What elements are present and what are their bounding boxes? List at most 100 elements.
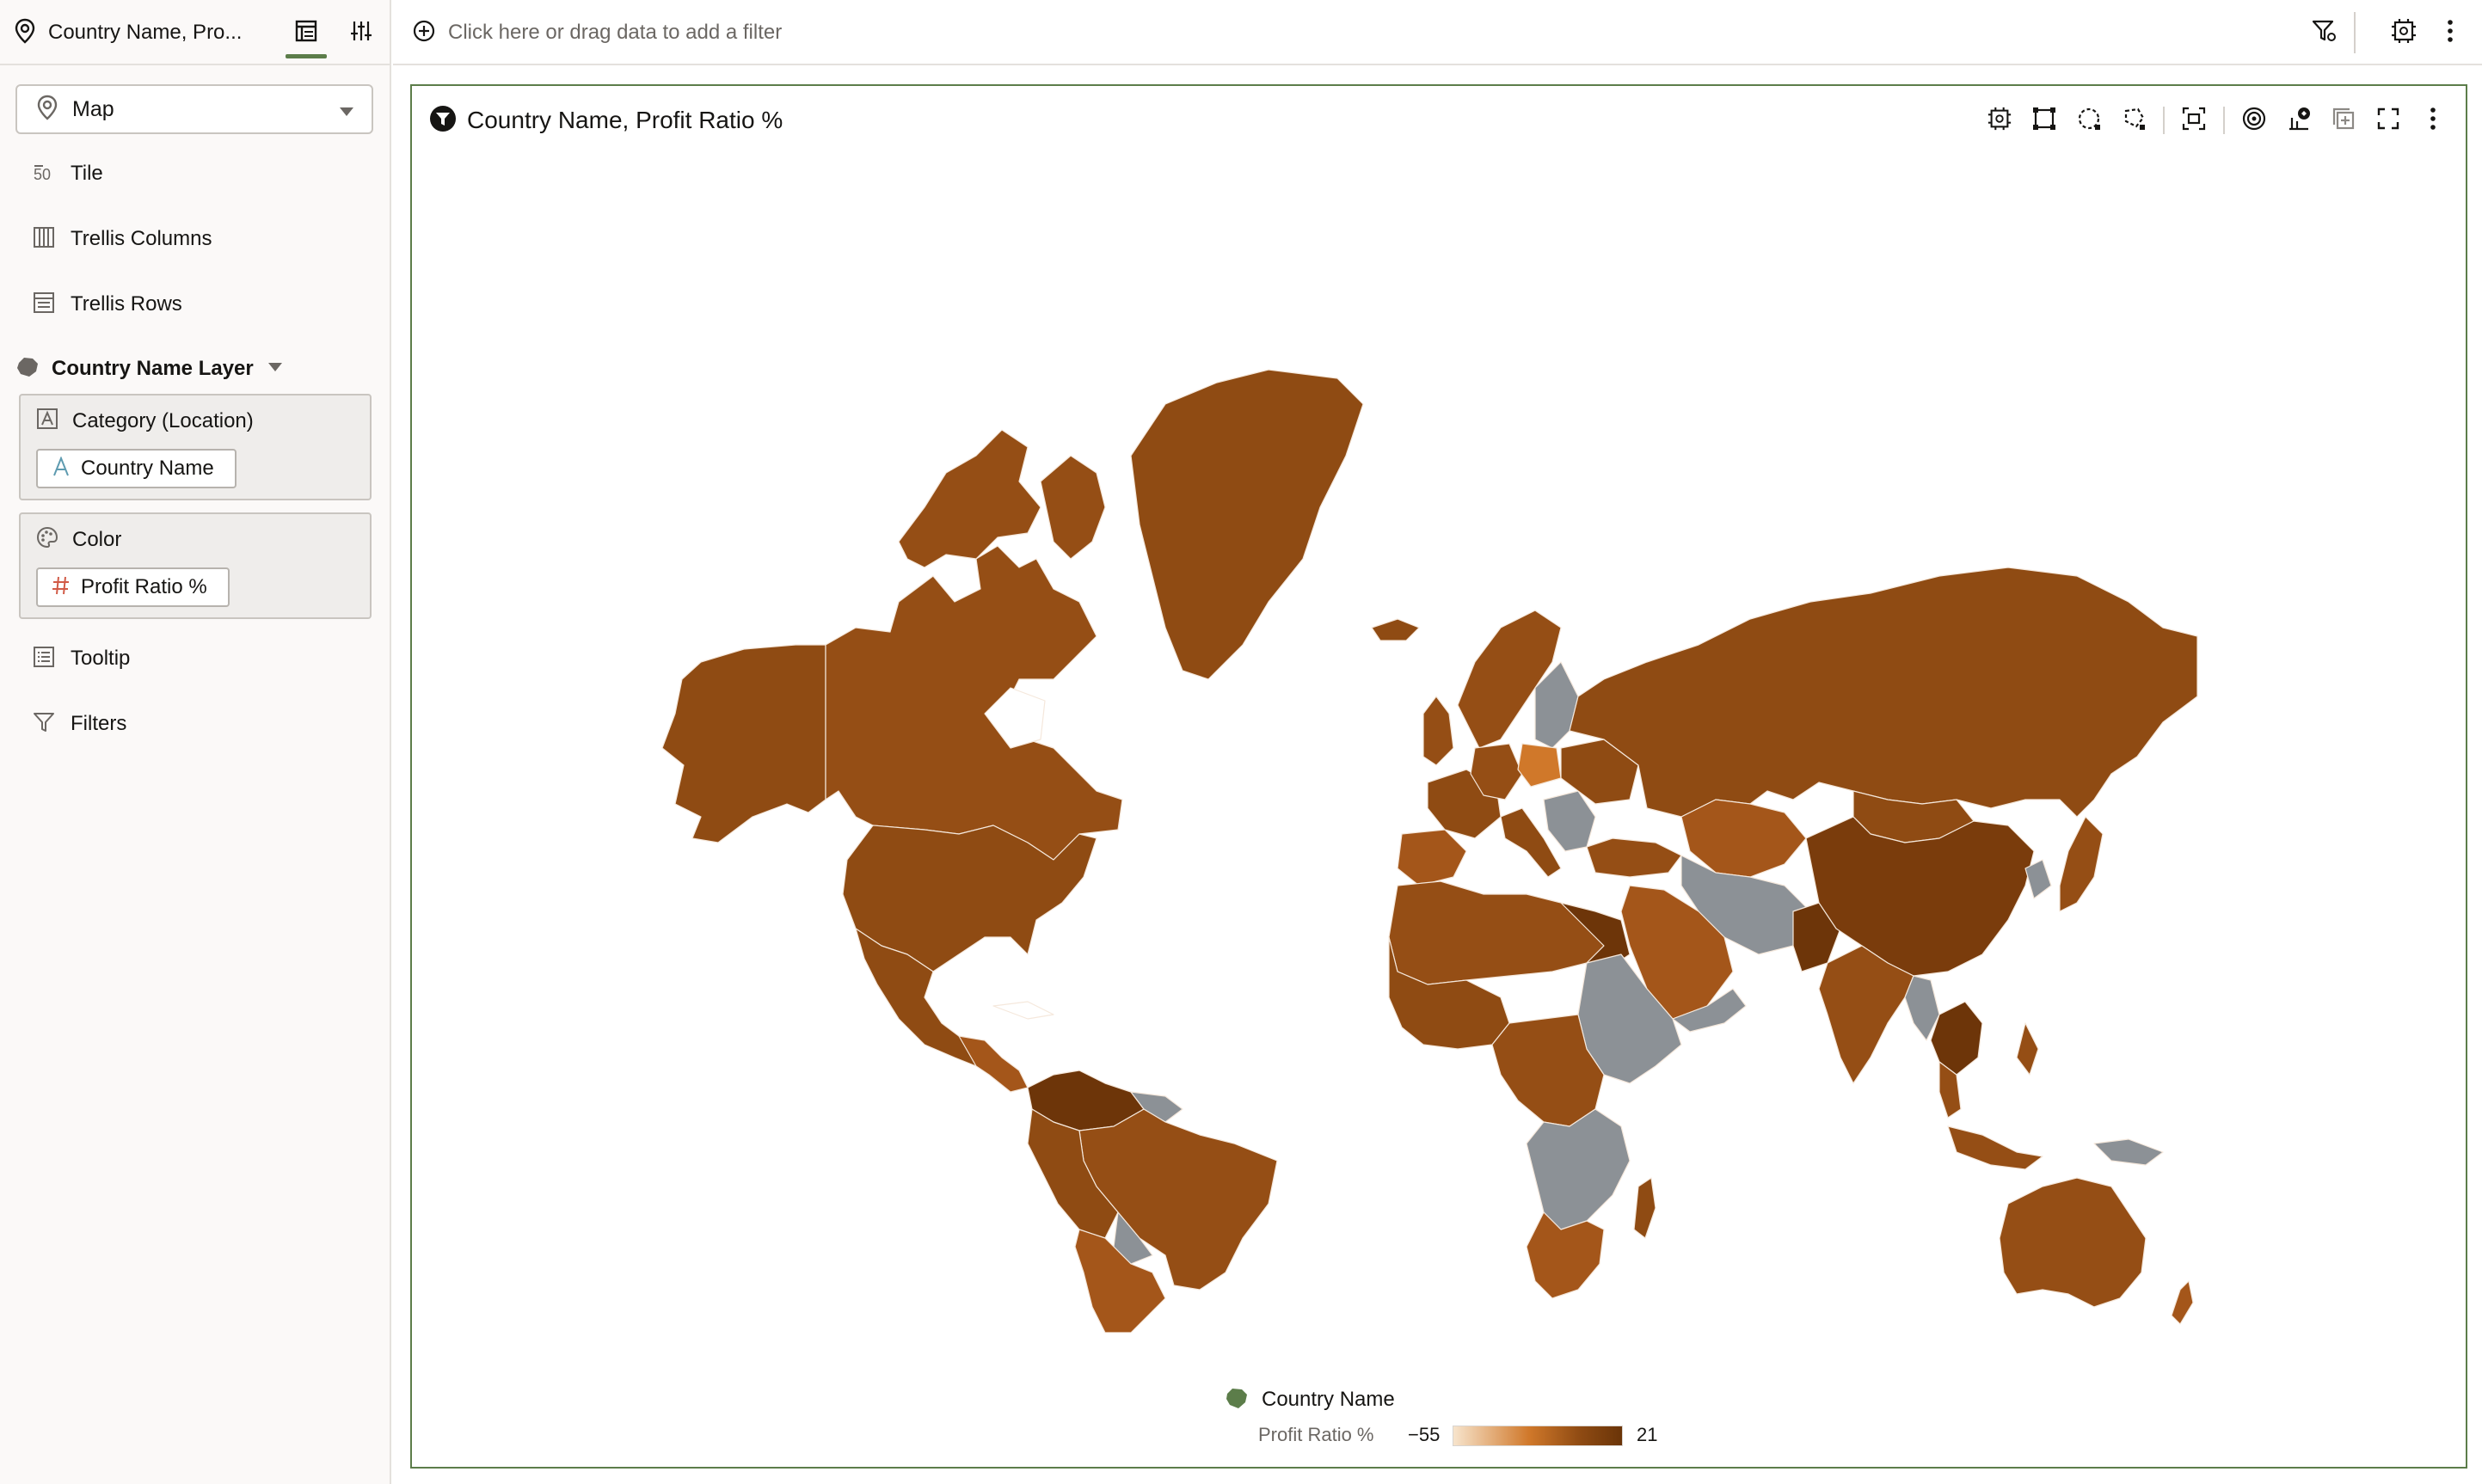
layer-header[interactable]: Country Name Layer [15, 351, 283, 387]
zoom-to-data-button[interactable] [2177, 103, 2211, 138]
category-location-label: Category (Location) [72, 408, 254, 432]
tile-drop-zone[interactable]: 50 Tile [33, 156, 103, 191]
layer-shape-icon [15, 356, 40, 383]
chevron-down-icon [339, 106, 354, 121]
toolbar-separator [2354, 12, 2356, 53]
color-header: Color [36, 526, 121, 553]
add-filter-area[interactable]: Click here or drag data to add a filter [412, 15, 782, 50]
region-madagascar [1633, 1177, 1656, 1239]
circle-select-icon [2076, 106, 2102, 136]
add-square-icon [2331, 106, 2356, 136]
zoom-to-fit-icon [2181, 106, 2207, 136]
grammar-icon [294, 19, 318, 47]
trellis-rows-label: Trellis Rows [71, 292, 182, 316]
color-drop-zone[interactable]: Color Profit Ratio % [19, 512, 372, 619]
map-pin-icon [36, 95, 58, 125]
viz-toolbar [1972, 103, 2450, 138]
viz-more-button[interactable] [2416, 103, 2450, 138]
rectangle-select-button[interactable] [2027, 103, 2061, 138]
legend-layer-label: Country Name [1262, 1388, 1395, 1411]
gear-square-icon [2390, 17, 2417, 49]
visualization-type-select[interactable]: Map [15, 84, 373, 134]
region-baffin [1040, 455, 1106, 560]
world-map[interactable] [649, 198, 2232, 1333]
region-alaska [661, 644, 826, 843]
trellis-columns-drop-zone[interactable]: Trellis Columns [33, 222, 212, 256]
more-vertical-icon [2430, 106, 2436, 136]
panel-header: Country Name, Pro... [0, 0, 390, 65]
region-central-america [958, 1035, 1029, 1093]
region-australia [1999, 1177, 2147, 1308]
properties-tab-button[interactable] [341, 12, 382, 53]
region-canada [825, 545, 1123, 861]
viz-title: Country Name, Profit Ratio % [467, 107, 783, 133]
lasso-select-button[interactable] [2116, 103, 2151, 138]
tooltip-label: Tooltip [71, 647, 131, 670]
region-new-zealand [2171, 1280, 2194, 1325]
trellis-columns-icon [33, 226, 55, 253]
trellis-rows-icon [33, 291, 55, 318]
profit-ratio-pill-label: Profit Ratio % [81, 575, 207, 598]
map-pin-icon [14, 18, 36, 48]
auto-apply-button[interactable] [2387, 15, 2421, 50]
country-name-pill[interactable]: Country Name [36, 449, 237, 488]
legend-color-gradient [1453, 1426, 1623, 1446]
trellis-columns-label: Trellis Columns [71, 227, 212, 250]
viz-title-area: Country Name, Profit Ratio % [429, 103, 783, 138]
target-icon [2241, 106, 2267, 136]
add-circle-icon [412, 19, 436, 47]
grammar-tab-button[interactable] [286, 12, 327, 58]
region-greenland [1130, 369, 1364, 680]
legend-layer-entry[interactable]: Country Name [1224, 1384, 1395, 1415]
filter-bar-more-button[interactable] [2433, 15, 2467, 50]
measure-hash-icon [52, 575, 71, 600]
add-filter-placeholder: Click here or drag data to add a filter [448, 21, 783, 44]
maximize-icon [2375, 106, 2401, 136]
explain-button[interactable] [2282, 103, 2316, 138]
rectangle-select-icon [2031, 106, 2057, 136]
visualization-canvas[interactable]: Country Name, Profit Ratio % Country Nam… [410, 84, 2467, 1469]
map-legend: Country Name Profit Ratio % −55 21 [412, 1376, 2466, 1462]
attribute-a-icon [52, 455, 71, 481]
filter-badge-icon[interactable] [429, 105, 457, 137]
color-label: Color [72, 527, 122, 551]
toolbar-separator [2223, 107, 2225, 134]
region-arctic-islands [898, 429, 1041, 568]
maximize-button[interactable] [2371, 103, 2405, 138]
region-iceland [1371, 618, 1420, 641]
visualization-type-value: Map [72, 96, 114, 121]
auto-focus-button[interactable] [1982, 103, 2017, 138]
circle-select-button[interactable] [2072, 103, 2106, 138]
profit-ratio-pill[interactable]: Profit Ratio % [36, 567, 230, 607]
region-japan [2059, 816, 2104, 912]
country-layer-icon [1224, 1386, 1250, 1414]
region-philippines [2016, 1022, 2039, 1076]
trellis-rows-drop-zone[interactable]: Trellis Rows [33, 287, 182, 322]
tooltip-icon [33, 646, 55, 672]
grammar-panel: Country Name, Pro... Map 50 Tile Trellis… [0, 0, 391, 1484]
filters-drop-zone[interactable]: Filters [33, 707, 126, 741]
legend-measure-label: Profit Ratio % [1258, 1424, 1374, 1445]
category-location-header: Category (Location) [36, 408, 254, 434]
chart-insight-icon [2286, 106, 2312, 136]
sliders-icon [349, 19, 373, 47]
filter-options-button[interactable] [2307, 15, 2342, 50]
svg-text:50: 50 [34, 166, 51, 183]
filter-funnel-icon [33, 711, 55, 738]
filters-label: Filters [71, 712, 127, 735]
layer-name: Country Name Layer [52, 357, 254, 380]
region-balkans [1543, 790, 1596, 852]
visualization-tab-title: Country Name, Pro... [48, 21, 243, 44]
region-indonesia-west [1947, 1125, 2043, 1170]
caret-down-icon[interactable] [267, 361, 283, 377]
region-new-guinea [2093, 1138, 2164, 1166]
country-name-pill-label: Country Name [81, 457, 214, 480]
target-button[interactable] [2237, 103, 2271, 138]
filter-settings-icon [2312, 18, 2338, 48]
filter-bar: Click here or drag data to add a filter [393, 0, 2482, 65]
category-location-drop-zone[interactable]: Category (Location) Country Name [19, 394, 372, 500]
add-to-canvas-button[interactable] [2326, 103, 2361, 138]
visualization-tab[interactable]: Country Name, Pro... [14, 15, 242, 50]
tooltip-drop-zone[interactable]: Tooltip [33, 641, 130, 676]
palette-icon [36, 526, 58, 553]
